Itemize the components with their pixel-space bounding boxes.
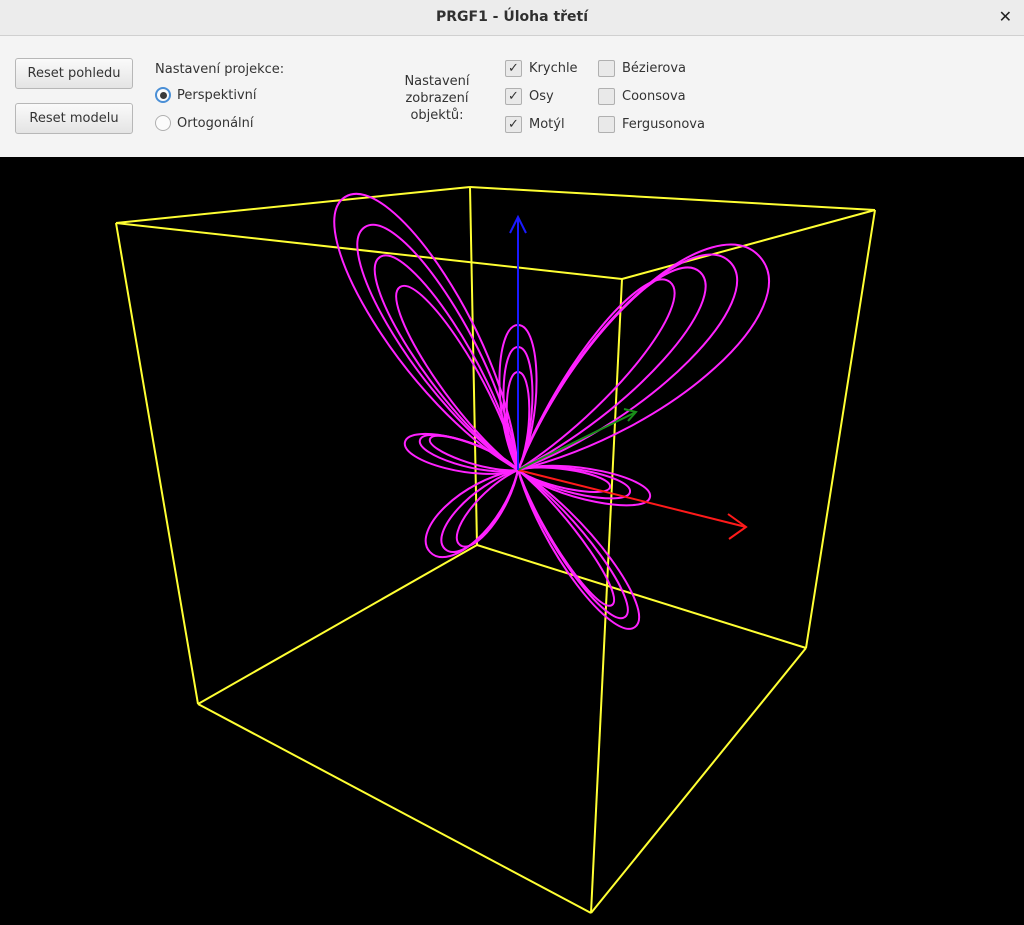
display-settings-label: Nastavení zobrazení objektů: [403, 73, 471, 124]
checkbox-ferguson-label: Fergusonova [622, 117, 705, 132]
checkbox-axes-label: Osy [529, 89, 554, 104]
axis-y [517, 411, 637, 471]
butterfly-loop [428, 434, 521, 472]
cube-edge [197, 544, 478, 705]
butterfly-loop [455, 468, 520, 548]
checkbox-cube-box[interactable]: ✓ [505, 60, 522, 77]
cube-edge [805, 209, 876, 649]
wireframe-cube [115, 186, 876, 914]
cube-edge [197, 703, 592, 914]
cube-edge [590, 278, 623, 914]
cube-edge [115, 222, 199, 705]
checkbox-bezier-label: Bézierova [622, 61, 687, 76]
checkbox-axes-box[interactable]: ✓ [505, 88, 522, 105]
title-bar: PRGF1 - Úloha třetí ✕ [0, 0, 1024, 36]
checkbox-cube[interactable]: ✓ Krychle [505, 60, 578, 77]
butterfly-loop [516, 243, 770, 472]
radio-orthogonal[interactable]: Ortogonální [155, 115, 254, 131]
projection-label: Nastavení projekce: [155, 62, 285, 77]
cube-edge [115, 186, 471, 224]
cube-edge [115, 222, 623, 280]
radio-perspective[interactable]: Perspektivní [155, 87, 257, 103]
butterfly-loop [333, 193, 520, 472]
checkbox-cube-label: Krychle [529, 61, 578, 76]
close-icon[interactable]: ✕ [999, 7, 1012, 26]
butterfly-loop [516, 253, 738, 472]
checkbox-butterfly-box[interactable]: ✓ [505, 116, 522, 133]
display-label-line-1: Nastavení [404, 74, 470, 89]
butterfly-curve [333, 193, 770, 630]
checkbox-ferguson[interactable]: Fergusonova [598, 116, 705, 133]
toolbar: Reset pohledu Reset modelu Nastavení pro… [0, 36, 1024, 157]
radio-perspective-dot[interactable] [155, 87, 171, 103]
checkbox-bezier-box[interactable] [598, 60, 615, 77]
checkbox-butterfly[interactable]: ✓ Motýl [505, 116, 565, 133]
butterfly-loop [515, 278, 676, 473]
radio-orthogonal-dot[interactable] [155, 115, 171, 131]
checkbox-ferguson-box[interactable] [598, 116, 615, 133]
checkbox-butterfly-label: Motýl [529, 117, 565, 132]
cube-edge [469, 186, 876, 211]
butterfly-loop [373, 254, 520, 473]
reset-model-button[interactable]: Reset modelu [15, 103, 133, 134]
radio-perspective-label: Perspektivní [177, 87, 257, 103]
display-label-line-3: objektů: [410, 108, 464, 123]
checkbox-axes[interactable]: ✓ Osy [505, 88, 554, 105]
window-title: PRGF1 - Úloha třetí [435, 9, 589, 25]
cube-edge [590, 647, 807, 914]
checkbox-bezier[interactable]: Bézierova [598, 60, 686, 77]
checkbox-coons-box[interactable] [598, 88, 615, 105]
butterfly-loop [516, 266, 707, 473]
render-canvas[interactable] [0, 157, 1024, 925]
radio-orthogonal-label: Ortogonální [177, 115, 254, 131]
checkbox-coons[interactable]: Coonsova [598, 88, 686, 105]
cube-edge [476, 544, 807, 649]
butterfly-loop [356, 223, 520, 473]
display-label-line-2: zobrazení [405, 91, 469, 106]
reset-view-button[interactable]: Reset pohledu [15, 58, 133, 89]
checkbox-coons-label: Coonsova [622, 89, 686, 104]
cube-edge [621, 209, 876, 280]
